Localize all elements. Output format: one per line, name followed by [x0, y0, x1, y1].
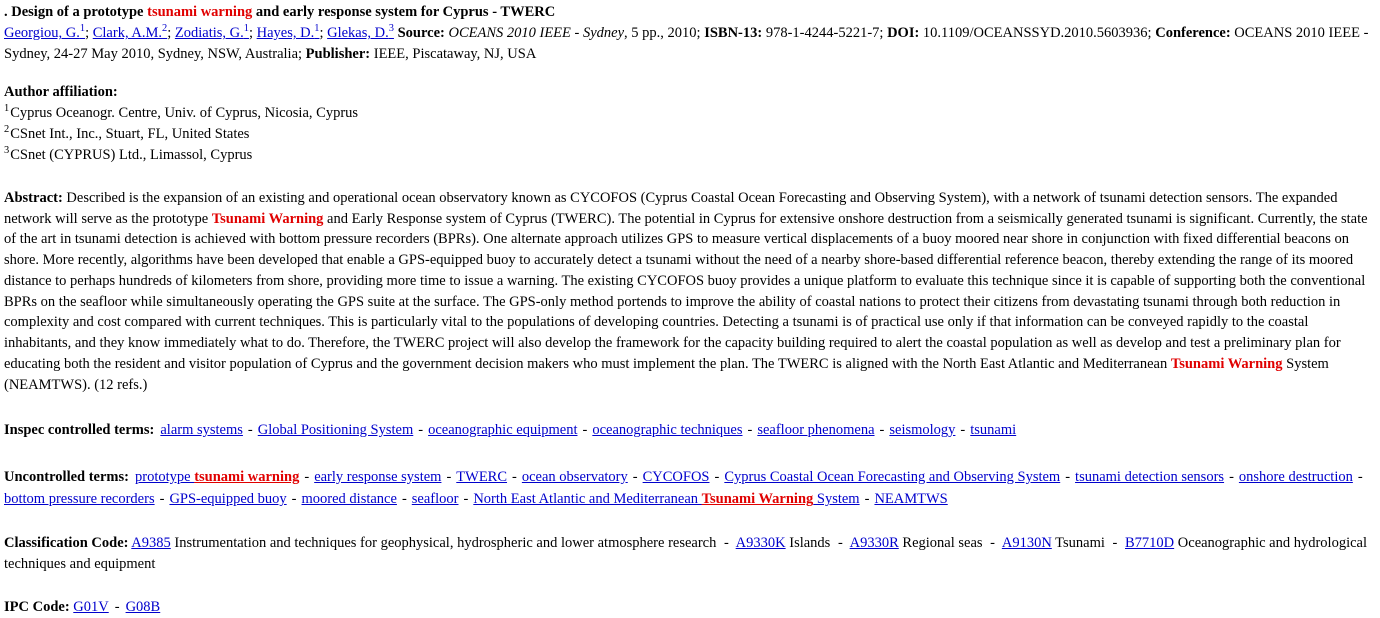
uncontrolled-term-link[interactable]: early response system	[314, 469, 441, 485]
term-text: North East Atlantic and Mediterranean	[473, 491, 702, 508]
affiliation-entry: 2CSnet Int., Inc., Stuart, FL, United St…	[4, 124, 1376, 145]
author-link[interactable]: Clark, A.M.2	[92, 24, 168, 42]
doi-value: 10.1109/OCEANSSYD.2010.5603936;	[922, 25, 1152, 42]
classification-code-desc: Tsunami	[1055, 534, 1105, 551]
uncontrolled-term-link[interactable]: TWERC	[456, 469, 507, 485]
record-title: . Design of a prototype tsunami warning …	[4, 3, 1376, 22]
uncontrolled-term-link[interactable]: CYCOFOS	[643, 469, 710, 485]
bibliographic-info: Georgiou, G.1; Clark, A.M.2; Zodiatis, G…	[4, 23, 1376, 64]
classification-code-link[interactable]: A9330K	[736, 535, 786, 551]
term-highlight: tsunami warning	[194, 468, 300, 485]
author-name: Zodiatis, G.	[174, 25, 244, 42]
uncontrolled-terms-block: Uncontrolled terms: prototype tsunami war…	[4, 468, 1363, 508]
inspec-term-link[interactable]: tsunami	[970, 422, 1016, 438]
ipc-code-link[interactable]: G01V	[73, 599, 108, 615]
classification-code-link[interactable]: B7710D	[1125, 535, 1174, 551]
author-affiliation-block: Author affiliation: 1Cyprus Oceanogr. Ce…	[4, 82, 1376, 166]
uncontrolled-term-link[interactable]: moored distance	[302, 491, 397, 507]
uncontrolled-term-link[interactable]: ocean observatory	[522, 469, 628, 485]
source-value: OCEANS 2010 IEEE - Sydney	[448, 25, 625, 42]
uncontrolled-term-link[interactable]: bottom pressure recorders	[4, 491, 155, 507]
publisher-value: IEEE, Piscataway, NJ, USA	[373, 45, 537, 62]
affiliation-entry: 3CSnet (CYPRUS) Ltd., Limassol, Cyprus	[4, 145, 1376, 166]
author-list: Georgiou, G.1; Clark, A.M.2; Zodiatis, G…	[4, 23, 394, 42]
record-lead-marker: .	[4, 4, 8, 20]
affiliation-text: CSnet (CYPRUS) Ltd., Limassol, Cyprus	[10, 146, 253, 163]
ipc-code-link[interactable]: G08B	[126, 599, 161, 615]
author-affil-marker: 3	[388, 23, 394, 35]
inspec-controlled-terms-block: Inspec controlled terms: alarm systems - Gl…	[4, 422, 1017, 439]
term-text-post: System	[813, 491, 860, 508]
uncontrolled-term-link[interactable]: North East Atlantic and Mediterranean Ts…	[473, 491, 859, 507]
author-name: Clark, A.M.	[92, 25, 163, 42]
title-text-before: Design of a prototype	[11, 4, 148, 20]
uncontrolled-term-link[interactable]: NEAMTWS	[874, 491, 947, 507]
conference-label: Conference:	[1155, 25, 1231, 42]
classification-code-desc: Instrumentation and techniques for geoph…	[174, 534, 717, 551]
affiliation-entry: 1Cyprus Oceanogr. Centre, Univ. of Cypru…	[4, 103, 1376, 124]
source-pages-year: , 5 pp., 2010;	[624, 25, 701, 42]
inspec-term-link[interactable]: Global Positioning System	[258, 422, 414, 438]
inspec-term-link[interactable]: oceanographic equipment	[428, 422, 577, 438]
affiliation-marker: 2	[4, 124, 10, 136]
classification-code-label: Classification Code:	[4, 534, 129, 551]
inspec-term-link[interactable]: oceanographic techniques	[592, 422, 742, 438]
affiliation-marker: 1	[4, 103, 10, 115]
uncontrolled-term-link[interactable]: onshore destruction	[1239, 469, 1353, 485]
uncontrolled-term-link[interactable]: Cyprus Coastal Ocean Forecasting and Obs…	[724, 469, 1060, 485]
author-link[interactable]: Zodiatis, G.1	[174, 24, 249, 42]
affiliation-marker: 3	[4, 145, 10, 157]
publisher-label: Publisher:	[305, 45, 371, 62]
classification-code-link[interactable]: A9385	[131, 535, 170, 551]
inspec-term-link[interactable]: alarm systems	[160, 422, 243, 438]
author-name: Georgiou, G.	[4, 25, 80, 42]
author-name: Glekas, D.	[327, 25, 389, 42]
affiliation-text: CSnet Int., Inc., Stuart, FL, United Sta…	[10, 125, 250, 142]
inspec-term-link[interactable]: seafloor phenomena	[757, 422, 874, 438]
affiliation-text: Cyprus Oceanogr. Centre, Univ. of Cyprus…	[10, 104, 359, 121]
term-text: prototype	[134, 468, 195, 485]
isbn-label: ISBN-13:	[704, 25, 763, 42]
term-highlight: Tsunami Warning	[701, 491, 814, 508]
abstract-label: Abstract:	[4, 189, 63, 206]
author-link[interactable]: Glekas, D.3	[327, 23, 394, 42]
uncontrolled-term-link[interactable]: GPS-equipped buoy	[169, 491, 286, 507]
author-link[interactable]: Hayes, D.1	[256, 24, 320, 42]
inspec-terms-label: Inspec controlled terms:	[4, 422, 155, 439]
author-link[interactable]: Georgiou, G.1	[4, 24, 85, 42]
abstract-highlight-1: Tsunami Warning	[211, 210, 324, 227]
classification-code-link[interactable]: A9130N	[1002, 535, 1052, 551]
title-highlight: tsunami warning	[147, 4, 253, 20]
uncontrolled-terms-label: Uncontrolled terms:	[4, 468, 129, 485]
abstract-highlight-2: Tsunami Warning	[1170, 355, 1283, 372]
isbn-value: 978-1-4244-5221-7;	[765, 25, 884, 42]
source-label: Source:	[397, 25, 445, 42]
title-text-after: and early response system for Cyprus - T…	[252, 4, 556, 20]
classification-code-block: Classification Code: A9385 Instrumentati…	[4, 534, 1368, 572]
uncontrolled-term-link[interactable]: seafloor	[412, 491, 459, 507]
classification-code-link[interactable]: A9330R	[850, 535, 899, 551]
inspec-term-link[interactable]: seismology	[889, 422, 955, 438]
ipc-code-label: IPC Code:	[4, 598, 70, 615]
doi-label: DOI:	[887, 25, 920, 42]
author-name: Hayes, D.	[256, 25, 315, 42]
abstract-block: Abstract: Described is the expansion of …	[4, 188, 1376, 395]
author-affiliation-label: Author affiliation:	[4, 84, 118, 101]
abstract-part-2: and Early Response system of Cyprus (TWE…	[4, 210, 1368, 372]
ipc-code-block: IPC Code: G01V - G08B	[4, 598, 161, 615]
uncontrolled-term-link[interactable]: tsunami detection sensors	[1075, 469, 1224, 485]
uncontrolled-term-link[interactable]: prototype tsunami warning	[135, 469, 299, 485]
classification-code-desc: Islands	[789, 534, 831, 551]
classification-code-desc: Regional seas	[902, 534, 983, 551]
record-page: . Design of a prototype tsunami warning …	[0, 0, 1380, 618]
